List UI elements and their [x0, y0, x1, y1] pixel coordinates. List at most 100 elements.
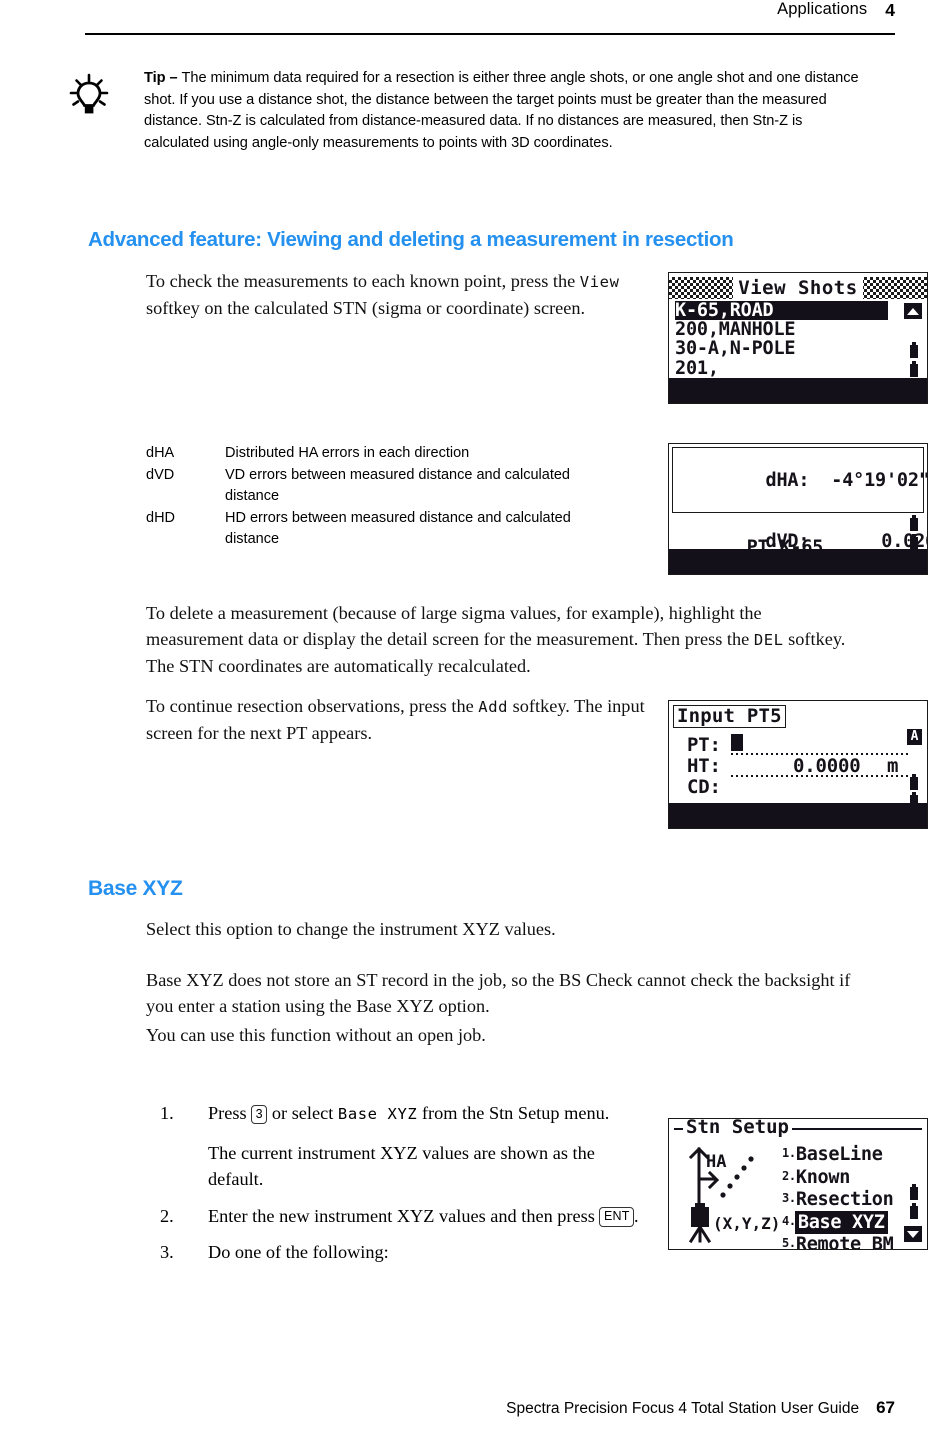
definition-row: dHA Distributed HA errors in each direct…	[146, 443, 646, 464]
tip-body: The minimum data required for a resectio…	[144, 70, 859, 151]
softkey-bar-input-pt: List Stack	[669, 803, 927, 828]
menu-item-base-xyz[interactable]: 4. Base XYZ	[782, 1210, 893, 1234]
menu-number: 5.	[782, 1236, 796, 1250]
page-header: Applications 4	[85, 0, 895, 34]
footer-page-number: 67	[876, 1398, 895, 1417]
step2-part1: Enter the new instrument XYZ values and …	[208, 1205, 600, 1226]
text-cursor[interactable]	[731, 734, 743, 751]
error-label-dha: dHA:	[765, 469, 810, 491]
lcd-screen-view-shots: View Shots K-65,ROAD 200,MANHOLE 30-A,N-…	[668, 272, 928, 404]
battery-icon	[910, 1203, 918, 1219]
definition-description: VD errors between measured distance and …	[225, 467, 570, 504]
step-number: 2.	[160, 1205, 174, 1226]
softkey-bar-detail: Add DEL DSP	[669, 549, 927, 574]
page-footer: Spectra Precision Focus 4 Total Station …	[85, 1398, 895, 1418]
menu-label: Remote BM	[795, 1234, 894, 1250]
step-item: 3. Do one of the following:	[160, 1239, 660, 1266]
field-label-pt: PT:	[687, 734, 721, 756]
field-label-ht: HT:	[687, 755, 721, 777]
lcd-title-bar-stn-setup: Stn Setup	[674, 1119, 922, 1137]
definition-description: HD errors between measured distance and …	[225, 510, 571, 547]
key-ent[interactable]: ENT	[599, 1207, 635, 1227]
list-item[interactable]: 200,MANHOLE	[675, 320, 921, 339]
step-item: 2. Enter the new instrument XYZ values a…	[160, 1203, 660, 1230]
definition-list-errors: dHA Distributed HA errors in each direct…	[146, 443, 646, 551]
step-text: Press 3 or select Base XYZ from the Stn …	[208, 1100, 648, 1193]
menu-item-resection[interactable]: 3.Resection	[782, 1188, 894, 1211]
list-item[interactable]: 30-A,N-POLE	[675, 339, 921, 358]
step-text: Do one of the following:	[208, 1242, 389, 1262]
key-3[interactable]: 3	[251, 1104, 268, 1124]
paragraph-view-shots-part1: To check the measurements to each known …	[146, 271, 580, 291]
lcd-title-stn-setup: Stn Setup	[683, 1119, 792, 1137]
menu-number: 4.	[782, 1213, 796, 1228]
field-unit-ht: m	[887, 755, 899, 777]
lcd-screen-measurement-detail: dHA:-4°19'02"5 dVD:0.0267m dHD:0.0819m P…	[668, 443, 928, 575]
header-divider	[85, 33, 895, 35]
field-underline-ht	[731, 775, 911, 777]
error-value-dha: -4°19'02"5	[831, 469, 927, 491]
svg-text:(X,Y,Z): (X,Y,Z)	[713, 1214, 780, 1233]
menu-number: 1.	[782, 1146, 796, 1160]
menu-item-remote-bm[interactable]: 5.Remote BM	[782, 1233, 894, 1250]
paragraph-continue-resection: To continue resection observations, pres…	[146, 693, 646, 746]
up-arrow-icon[interactable]	[904, 303, 922, 319]
lcd-screen-stn-setup: Stn Setup HA (X,Y,Z) 1.BaseLine 2.Known …	[668, 1118, 928, 1250]
step2-part2: .	[634, 1205, 639, 1226]
heading-base-xyz: Base XYZ	[88, 877, 183, 900]
tip-label: Tip –	[144, 70, 182, 86]
menu-item-known[interactable]: 2.Known	[782, 1166, 893, 1189]
menu-label: Known	[795, 1166, 851, 1188]
tip-text: Tip – The minimum data required for a re…	[144, 68, 859, 154]
softkey-name-view: View	[579, 273, 620, 291]
softkey-add[interactable]: Add DEL	[677, 403, 803, 404]
softkey-group[interactable]: List Stack	[772, 828, 921, 829]
list-item[interactable]: K-65,ROAD	[675, 301, 889, 321]
battery-icon	[910, 342, 918, 358]
softkey-name-del: DEL	[753, 631, 784, 649]
paragraph-no-st-record: Base XYZ does not store an ST record in …	[146, 970, 851, 1016]
battery-icon	[910, 774, 918, 790]
header-chapter-title: Applications	[777, 0, 868, 18]
battery-icon	[910, 515, 918, 531]
step-number: 3.	[160, 1242, 174, 1262]
step1-note: The current instrument XYZ values are sh…	[208, 1142, 595, 1190]
battery-icon	[910, 361, 918, 377]
paragraph-view-shots: To check the measurements to each known …	[146, 268, 651, 321]
paragraph-delete-measurement: To delete a measurement (because of larg…	[146, 600, 856, 679]
definition-term: dVD	[146, 467, 175, 483]
step-text: Enter the new instrument XYZ values and …	[208, 1203, 648, 1230]
footer-document-title: Spectra Precision Focus 4 Total Station …	[506, 1400, 860, 1417]
softkey-group[interactable]: Add DEL DSP	[677, 574, 803, 575]
tip-callout: Tip – The minimum data required for a re…	[66, 68, 866, 154]
menu-label: Base XYZ	[794, 1210, 888, 1234]
menu-name-base-xyz: Base XYZ	[337, 1105, 418, 1123]
menu-item-baseline[interactable]: 1.BaseLine	[782, 1143, 893, 1166]
step-item: 1. Press 3 or select Base XYZ from the S…	[160, 1100, 660, 1193]
list-item[interactable]: 201,	[675, 358, 921, 378]
down-arrow-icon[interactable]	[904, 1226, 922, 1242]
field-value-ht[interactable]: 0.0000	[793, 756, 861, 776]
paragraph-delete-part1: To delete a measurement (because of larg…	[146, 603, 762, 649]
stn-setup-menu[interactable]: 1.BaseLine 2.Known 3.Resection 4. Base XY…	[782, 1143, 894, 1250]
softkey-name-add: Add	[478, 698, 509, 716]
field-label-cd: CD:	[687, 776, 721, 798]
menu-number: 2.	[782, 1168, 796, 1183]
definition-term: dHA	[146, 445, 175, 461]
lightbulb-icon	[66, 68, 144, 154]
step1-part3: from the Stn Setup menu.	[417, 1103, 610, 1123]
definition-description: Distributed HA errors in each direction	[225, 445, 470, 461]
step-number: 1.	[160, 1103, 174, 1123]
lcd-screen-input-pt: Input PT5 A PT: HT: 0.0000 m CD: List St…	[668, 700, 928, 829]
paragraph-select-option: Select this option to change the instrum…	[146, 919, 556, 939]
menu-label: BaseLine	[795, 1144, 883, 1165]
numbered-steps: 1. Press 3 or select Base XYZ from the S…	[160, 1100, 660, 1275]
error-values-box: dHA:-4°19'02"5 dVD:0.0267m dHD:0.0819m	[672, 447, 927, 552]
lcd-title-bar-view-shots: View Shots	[669, 277, 927, 299]
station-setup-diagram-icon: HA (X,Y,Z)	[677, 1141, 782, 1246]
definition-term: dHD	[146, 510, 176, 526]
menu-label: Resection	[795, 1189, 894, 1210]
menu-number: 3.	[782, 1191, 796, 1205]
lcd-title-view-shots: View Shots	[733, 277, 863, 299]
lcd-title-input-pt: Input PT5	[673, 705, 786, 728]
